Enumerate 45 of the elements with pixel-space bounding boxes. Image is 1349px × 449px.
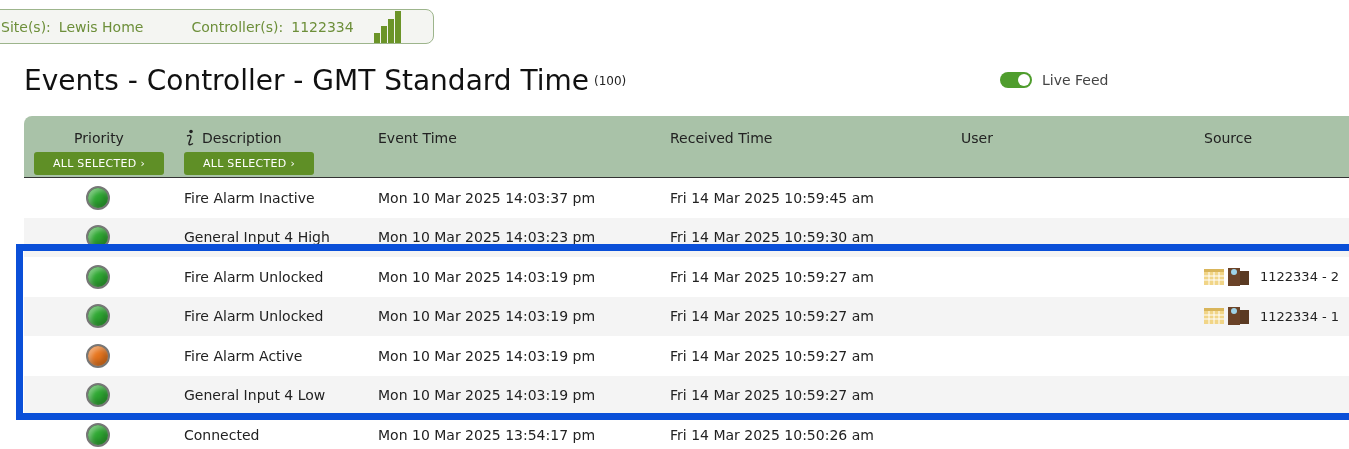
table-cell: Mon 10 Mar 2025 14:03:19 pm bbox=[378, 387, 596, 404]
table-cell: Mon 10 Mar 2025 14:03:19 pm bbox=[378, 308, 596, 325]
table-cell: Fire Alarm Active bbox=[184, 347, 303, 364]
table-cell: 1122334 - 1 bbox=[1260, 308, 1340, 324]
calendar-icon bbox=[1204, 308, 1224, 325]
column-header[interactable]: Event Time bbox=[378, 130, 457, 146]
table-cell: Mon 10 Mar 2025 14:03:37 pm bbox=[378, 189, 596, 206]
table-cell: Fri 14 Mar 2025 10:59:27 am bbox=[670, 347, 874, 364]
column-header[interactable]: Description bbox=[202, 130, 282, 146]
table-cell: Fri 14 Mar 2025 10:59:45 am bbox=[670, 189, 874, 206]
info-icon[interactable] bbox=[184, 129, 196, 147]
signal-icon bbox=[373, 11, 402, 43]
calendar-icon bbox=[1204, 268, 1224, 285]
controller-id: 1122334 bbox=[291, 18, 354, 35]
column-header[interactable]: Received Time bbox=[670, 130, 773, 146]
event-count: (100) bbox=[594, 74, 627, 88]
column-header[interactable]: Priority bbox=[74, 130, 124, 146]
live-feed-label: Live Feed bbox=[1042, 72, 1109, 88]
site-label: Site(s): bbox=[1, 18, 51, 35]
filter-button[interactable]: ALL SELECTED › bbox=[184, 152, 314, 175]
controller-label: Controller(s): bbox=[191, 18, 284, 35]
table-cell: Mon 10 Mar 2025 14:03:19 pm bbox=[378, 268, 596, 285]
table-cell: Mon 10 Mar 2025 13:54:17 pm bbox=[378, 426, 596, 443]
column-header[interactable]: User bbox=[961, 130, 993, 146]
table-cell: Fri 14 Mar 2025 10:50:26 am bbox=[670, 426, 874, 443]
table-cell: Fri 14 Mar 2025 10:59:30 am bbox=[670, 229, 874, 246]
table-cell: Fri 14 Mar 2025 10:59:27 am bbox=[670, 387, 874, 404]
door-icon bbox=[1228, 267, 1250, 286]
table-cell: Fri 14 Mar 2025 10:59:27 am bbox=[670, 308, 874, 325]
filter-button[interactable]: ALL SELECTED › bbox=[34, 152, 164, 175]
live-feed-toggle[interactable] bbox=[1000, 72, 1032, 88]
table-cell: Fire Alarm Unlocked bbox=[184, 308, 324, 325]
door-icon bbox=[1228, 307, 1250, 326]
page-title: Events - Controller - GMT Standard Time bbox=[24, 63, 589, 97]
site-name: Lewis Home bbox=[58, 18, 144, 35]
table-cell: Mon 10 Mar 2025 14:03:19 pm bbox=[378, 347, 596, 364]
table-cell: Mon 10 Mar 2025 14:03:23 pm bbox=[378, 229, 596, 246]
table-cell: Fire Alarm Unlocked bbox=[184, 268, 324, 285]
table-cell: Connected bbox=[184, 426, 260, 443]
column-header[interactable]: Source bbox=[1204, 130, 1253, 146]
table-cell: General Input 4 High bbox=[184, 229, 330, 246]
table-cell: 1122334 - 2 bbox=[1260, 269, 1340, 285]
table-cell: General Input 4 Low bbox=[184, 387, 326, 404]
table-cell: Fri 14 Mar 2025 10:59:27 am bbox=[670, 268, 874, 285]
table-cell: Fire Alarm Inactive bbox=[184, 189, 315, 206]
